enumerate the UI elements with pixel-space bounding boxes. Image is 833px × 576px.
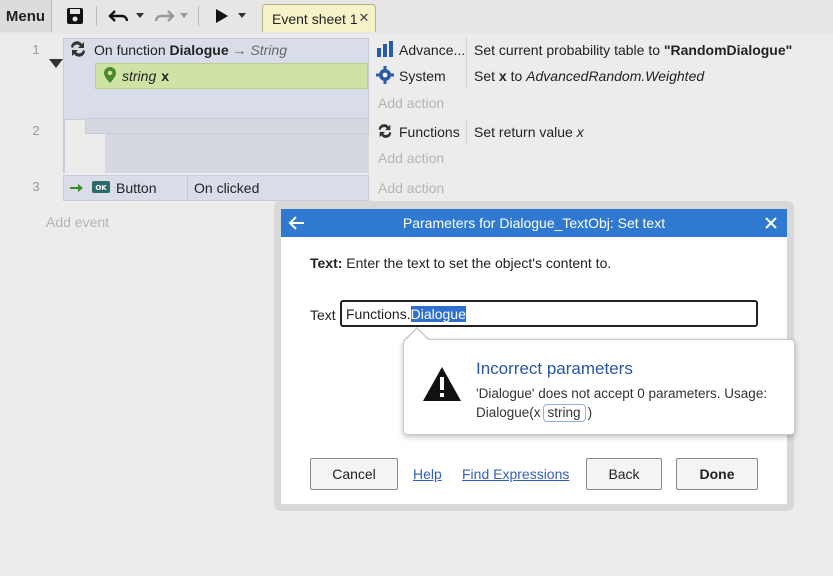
text-field-label: Text	[310, 307, 336, 323]
dialog-title: Parameters for Dialogue_TextObj: Set tex…	[402, 215, 666, 231]
function-icon	[376, 123, 394, 142]
back-arrow-icon[interactable]	[287, 213, 307, 233]
done-button[interactable]: Done	[676, 458, 758, 490]
event-number: 3	[32, 179, 40, 194]
dialog-description: Text: Enter the text to set the object's…	[310, 255, 611, 271]
action-set-return-value[interactable]: Set return value x	[468, 119, 584, 145]
dialog-title-bar: Parameters for Dialogue_TextObj: Set tex…	[281, 209, 787, 237]
condition-prefix: On function	[94, 42, 170, 58]
condition-object-label: Button	[116, 180, 157, 196]
undo-icon[interactable]	[107, 4, 131, 28]
back-button[interactable]: Back	[586, 458, 662, 490]
function-icon	[68, 40, 88, 61]
parameter-type-pill: string	[542, 404, 586, 422]
add-action-link[interactable]: Add action	[378, 150, 444, 166]
error-message: 'Dialogue' does not accept 0 parameters.…	[476, 384, 786, 422]
toolbar: Menu Event sheet 1 ✕	[0, 0, 833, 34]
action-text: to	[506, 68, 527, 84]
param-type: string	[122, 68, 157, 84]
toolbar-separator	[96, 6, 97, 26]
condition-label: On clicked	[194, 180, 260, 196]
gear-icon	[376, 65, 394, 87]
function-condition[interactable]: On function Dialogue → String	[66, 37, 366, 63]
collapse-arrow-icon[interactable]	[49, 56, 63, 72]
error-title: Incorrect parameters	[476, 359, 633, 378]
action-set-variable[interactable]: Set x to AdvancedRandom.Weighted	[468, 63, 704, 89]
error-message-text: 'Dialogue' does not accept 0 parameters.…	[476, 386, 768, 420]
description-text: Enter the text to set the object's conte…	[342, 255, 612, 271]
add-action-link[interactable]: Add action	[378, 180, 444, 196]
action-text: Set return value	[474, 124, 577, 140]
condition-on-clicked[interactable]: On clicked	[194, 175, 259, 201]
error-message-end: )	[587, 405, 593, 420]
close-icon[interactable]: ✕	[357, 11, 371, 25]
trigger-arrow-icon	[70, 180, 84, 196]
action-object-label: Advance...	[399, 42, 466, 58]
action-text: Set current probability table to	[474, 42, 664, 58]
error-popover-pointer-inner	[405, 329, 429, 341]
svg-text:OK: OK	[95, 184, 107, 192]
cancel-button[interactable]: Cancel	[310, 458, 398, 490]
event-number: 2	[32, 123, 40, 138]
input-selected-text: Dialogue	[410, 305, 466, 322]
action-variable: x	[498, 68, 507, 84]
help-link[interactable]: Help	[413, 466, 442, 482]
tab-event-sheet-1[interactable]: Event sheet 1 ✕	[262, 4, 376, 32]
find-expressions-link[interactable]: Find Expressions	[462, 466, 569, 482]
play-icon[interactable]	[212, 4, 232, 28]
event-2-subblock	[105, 134, 369, 173]
add-event-link[interactable]: Add event	[46, 214, 109, 230]
ok-button-icon: OK	[92, 180, 110, 196]
action-object-functions[interactable]: Functions	[370, 119, 467, 145]
action-object-label: Functions	[399, 124, 460, 140]
action-expression: x	[576, 124, 584, 140]
location-pin-icon	[104, 66, 116, 86]
menu-button[interactable]: Menu	[0, 0, 52, 32]
play-dropdown-icon[interactable]	[236, 4, 248, 28]
return-type: → String	[228, 42, 287, 58]
add-action-link[interactable]: Add action	[378, 95, 444, 111]
input-text: Functions.	[346, 305, 411, 322]
undo-dropdown-icon[interactable]	[134, 4, 146, 28]
close-icon[interactable]	[761, 213, 781, 233]
function-parameter[interactable]: string x	[95, 63, 368, 89]
action-expression: AdvancedRandom.Weighted	[526, 68, 705, 84]
event-2-conditions[interactable]	[85, 118, 369, 134]
tab-label: Event sheet 1	[272, 10, 358, 27]
save-icon[interactable]	[64, 4, 86, 28]
redo-dropdown-icon[interactable]	[178, 4, 190, 28]
advanced-random-icon	[376, 40, 394, 61]
action-object-system[interactable]: System	[370, 63, 467, 89]
action-object-label: System	[399, 68, 446, 84]
condition-object-button[interactable]: OK Button	[70, 175, 188, 201]
param-name: x	[161, 68, 170, 84]
action-value: "RandomDialogue"	[663, 42, 793, 58]
warning-icon	[422, 366, 462, 405]
error-popover: Incorrect parameters 'Dialogue' does not…	[403, 339, 795, 435]
action-text: Set	[474, 68, 499, 84]
toolbar-separator	[198, 6, 199, 26]
event-2-indent	[63, 118, 65, 173]
function-name: Dialogue	[169, 42, 229, 58]
event-number: 1	[32, 42, 40, 57]
redo-icon[interactable]	[152, 4, 176, 28]
action-object-advanced-random[interactable]: Advance...	[370, 37, 467, 63]
text-expression-input[interactable]: Functions. Dialogue	[340, 300, 758, 327]
description-label: Text:	[310, 255, 343, 271]
action-set-probability-table[interactable]: Set current probability table to "Random…	[468, 37, 792, 63]
